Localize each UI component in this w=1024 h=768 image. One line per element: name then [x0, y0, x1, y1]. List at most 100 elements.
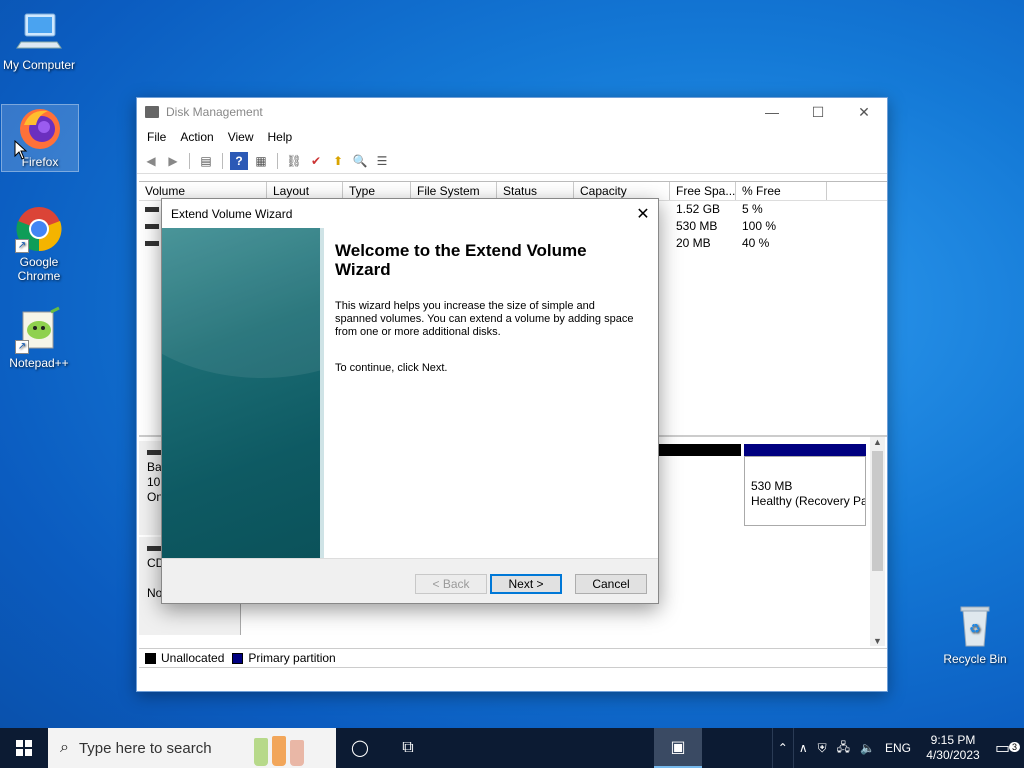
- wizard-title: Extend Volume Wizard: [171, 206, 293, 221]
- notepad-plus-plus-icon: ↗: [15, 306, 63, 354]
- next-button[interactable]: Next >: [490, 574, 562, 594]
- back-button[interactable]: < Back: [415, 574, 487, 594]
- menu-file[interactable]: File: [140, 130, 173, 144]
- taskbar-disk-management-icon[interactable]: ▣: [654, 728, 702, 768]
- legend-primary-partition: Primary partition: [248, 651, 336, 665]
- column-header-percent-free[interactable]: % Free: [736, 182, 827, 200]
- volume-icon: [145, 241, 159, 247]
- volume-speaker-icon[interactable]: 🔈: [855, 741, 880, 755]
- taskbar-clock[interactable]: 9:15 PM 4/30/2023: [916, 733, 990, 763]
- desktop-icon-my-computer[interactable]: My Computer: [0, 8, 78, 72]
- disk-0-size: 10: [147, 475, 161, 489]
- connect-drive-icon[interactable]: ⛓: [285, 152, 303, 170]
- toolbar: ◀ ▶ ▤ ? ▦ ⛓ ✔ ⬆ 🔍 ☰: [137, 148, 887, 174]
- wizard-side-banner: [162, 228, 320, 558]
- properties-icon[interactable]: ▦: [252, 152, 270, 170]
- forward-arrow-icon[interactable]: ▶: [164, 152, 182, 170]
- taskbar: ⌕ Type here to search ◯ ⧉ ▣ ⌃ ∧ ⛨ 🖧 🔈 EN…: [0, 728, 1024, 768]
- scroll-down-icon[interactable]: ▼: [870, 636, 885, 646]
- legend-unallocated: Unallocated: [161, 651, 225, 665]
- svg-text:♻: ♻: [969, 622, 981, 637]
- help-icon[interactable]: ?: [230, 151, 248, 170]
- maximize-button[interactable]: ☐: [795, 98, 841, 126]
- menu-bar: File Action View Help: [137, 126, 887, 148]
- wizard-heading: Welcome to the Extend Volume Wizard: [335, 241, 587, 279]
- window-title: Disk Management: [166, 105, 263, 119]
- language-indicator[interactable]: ENG: [880, 741, 916, 755]
- notification-center-icon[interactable]: ▭ 3: [990, 738, 1024, 758]
- notification-count-badge: 3: [1009, 742, 1021, 752]
- wizard-close-button[interactable]: ✕: [628, 204, 658, 224]
- desktop-icon-recycle-bin[interactable]: ♻ Recycle Bin: [936, 602, 1014, 666]
- menu-action[interactable]: Action: [173, 130, 220, 144]
- clock-date: 4/30/2023: [926, 748, 980, 762]
- cell-free-space: 1.52 GB: [676, 202, 721, 216]
- computer-icon: [15, 8, 63, 56]
- recycle-bin-icon: ♻: [951, 602, 999, 650]
- check-icon[interactable]: ✔: [307, 152, 325, 170]
- cell-free-space: 20 MB: [676, 236, 711, 250]
- cortana-icon[interactable]: ◯: [336, 728, 384, 768]
- column-header-free-space[interactable]: Free Spa...: [670, 182, 736, 200]
- menu-help[interactable]: Help: [261, 130, 300, 144]
- wizard-titlebar[interactable]: Extend Volume Wizard ✕: [162, 199, 658, 228]
- menu-view[interactable]: View: [221, 130, 261, 144]
- toolbar-separator: [277, 152, 278, 169]
- cell-percent-free: 40 %: [742, 236, 770, 250]
- unallocated-swatch: [145, 652, 156, 664]
- back-arrow-icon[interactable]: ◀: [142, 152, 160, 170]
- shortcut-arrow-icon: ↗: [15, 340, 29, 354]
- desktop-icon-notepad-plus-plus[interactable]: ↗ Notepad++: [0, 306, 78, 370]
- search-highlight-art: [254, 730, 332, 766]
- start-button[interactable]: [0, 728, 48, 768]
- list-view-icon[interactable]: ☰: [373, 152, 391, 170]
- volume-icon: [145, 207, 159, 213]
- desktop-icon-label: Recycle Bin: [943, 652, 1007, 666]
- cell-percent-free: 100 %: [742, 219, 777, 233]
- clock-time: 9:15 PM: [930, 733, 976, 747]
- desktop-icon-label: Google Chrome: [17, 255, 61, 283]
- show-hidden-icons-icon[interactable]: ∧: [794, 741, 813, 755]
- cancel-button[interactable]: Cancel: [575, 574, 647, 594]
- upload-folder-icon[interactable]: ⬆: [329, 152, 347, 170]
- wizard-content: Welcome to the Extend Volume Wizard This…: [335, 241, 635, 398]
- cell-percent-free: 5 %: [742, 202, 763, 216]
- cell-free-space: 530 MB: [676, 219, 718, 233]
- windows-logo-icon: [16, 740, 32, 756]
- volume-icon: [145, 224, 159, 230]
- toolbar-separator: [222, 152, 223, 169]
- search-placeholder: Type here to search: [78, 739, 212, 757]
- system-tray: ⌃ ∧ ⛨ 🖧 🔈 ENG 9:15 PM 4/30/2023 ▭ 3: [771, 728, 1024, 768]
- extend-volume-wizard-dialog: Extend Volume Wizard ✕ Welcome to the Ex…: [161, 198, 659, 604]
- wizard-footer: < Back Next > Cancel: [162, 558, 658, 603]
- search-folder-icon[interactable]: 🔍: [351, 152, 369, 170]
- chrome-icon: ↗: [15, 205, 63, 253]
- disk-0-type: Ba: [147, 460, 162, 474]
- scrollbar-thumb[interactable]: [872, 451, 883, 571]
- tray-expand-icon[interactable]: ⌃: [771, 728, 794, 768]
- close-button[interactable]: ✕: [841, 98, 887, 126]
- desktop-icon-firefox[interactable]: Firefox: [1, 104, 79, 172]
- recovery-partition-status: Healthy (Recovery Pa: [751, 494, 866, 508]
- recovery-partition[interactable]: 530 MB Healthy (Recovery Pa: [744, 456, 866, 526]
- recovery-partition-size: 530 MB: [751, 479, 793, 493]
- minimize-button[interactable]: —: [749, 98, 795, 126]
- primary-partition-swatch: [232, 652, 244, 664]
- graph-vertical-scrollbar[interactable]: ▲ ▼: [870, 437, 885, 646]
- desktop-icon-label: Notepad++: [9, 356, 69, 370]
- security-shield-icon[interactable]: ⛨: [813, 741, 832, 756]
- taskbar-search-box[interactable]: ⌕ Type here to search: [48, 728, 336, 768]
- scroll-up-icon[interactable]: ▲: [870, 437, 885, 447]
- desktop-icon-label: My Computer: [2, 58, 76, 72]
- wizard-continue-hint: To continue, click Next.: [335, 362, 448, 374]
- task-view-icon[interactable]: ⧉: [384, 728, 432, 768]
- desktop-icon-google-chrome[interactable]: ↗ Google Chrome: [0, 205, 78, 283]
- cdrom-icon: [147, 546, 161, 552]
- network-icon[interactable]: 🖧: [832, 738, 855, 759]
- primary-partition-bar: [744, 444, 866, 456]
- unallocated-bar: [659, 444, 741, 456]
- window-titlebar[interactable]: Disk Management — ☐ ✕: [137, 98, 887, 126]
- partition-legend: Unallocated Primary partition: [139, 648, 887, 668]
- wizard-description: This wizard helps you increase the size …: [335, 300, 634, 338]
- show-hide-console-tree-icon[interactable]: ▤: [197, 152, 215, 170]
